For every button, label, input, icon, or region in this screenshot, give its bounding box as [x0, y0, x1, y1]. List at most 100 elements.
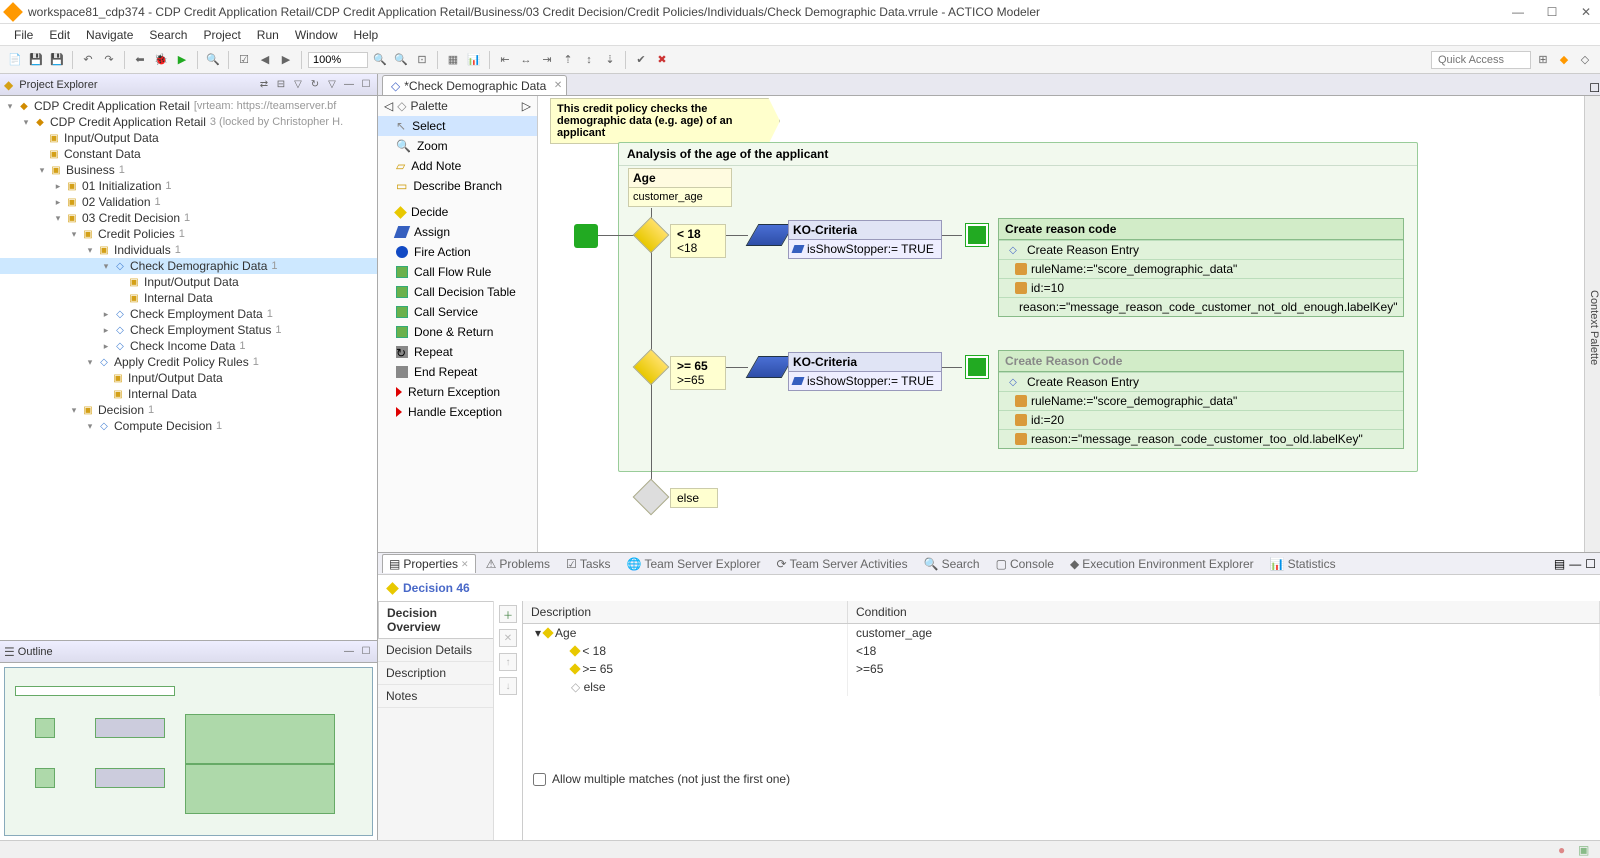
menu-project[interactable]: Project — [195, 26, 248, 44]
tree-credit-decision[interactable]: ▾▣ 03 Credit Decision1 — [0, 210, 377, 226]
side-tab-details[interactable]: Decision Details — [378, 639, 493, 662]
status-sync-icon[interactable]: ▣ — [1578, 843, 1592, 857]
tree-apply-rules[interactable]: ▾◇ Apply Credit Policy Rules1 — [0, 354, 377, 370]
tree-decision[interactable]: ▾▣ Decision1 — [0, 402, 377, 418]
project-explorer-tree[interactable]: ▾◆ CDP Credit Application Retail [vrteam… — [0, 96, 377, 640]
tree-business[interactable]: ▾▣ Business1 — [0, 162, 377, 178]
editor-tab-active[interactable]: ◇ *Check Demographic Data ✕ — [382, 75, 567, 95]
bp-minimize-icon[interactable]: — — [1569, 557, 1581, 571]
add-row-button[interactable]: ＋ — [499, 605, 517, 623]
tree-io-data[interactable]: ▣Input/Output Data — [0, 130, 377, 146]
rule-canvas[interactable]: This credit policy checks the demographi… — [538, 96, 1584, 552]
menu-help[interactable]: Help — [346, 26, 387, 44]
context-palette[interactable]: Context Palette — [1584, 96, 1600, 552]
outline-maximize-icon[interactable]: ☐ — [359, 645, 373, 659]
menu-search[interactable]: Search — [141, 26, 195, 44]
redo-icon[interactable]: ↷ — [100, 51, 118, 69]
tree-cd-io[interactable]: ▣Input/Output Data — [0, 274, 377, 290]
align-bottom-icon[interactable]: ⇣ — [601, 51, 619, 69]
align-top-icon[interactable]: ⇡ — [559, 51, 577, 69]
zoom-level[interactable] — [308, 52, 368, 68]
tab-search[interactable]: 🔍Search — [918, 555, 986, 573]
tree-ar-io[interactable]: ▣Input/Output Data — [0, 370, 377, 386]
palette-add-note[interactable]: ▱Add Note — [378, 156, 537, 176]
align-center-icon[interactable]: ↔ — [517, 51, 535, 69]
age-node[interactable]: Age customer_age — [628, 168, 732, 207]
palette-done[interactable]: Done & Return — [378, 322, 537, 342]
editor-maximize-icon[interactable]: ☐ — [1589, 81, 1600, 95]
quick-access-input[interactable] — [1431, 51, 1531, 69]
canvas-note[interactable]: This credit policy checks the demographi… — [550, 98, 780, 144]
side-tab-overview[interactable]: Decision Overview — [378, 601, 493, 639]
maximize-button[interactable]: ☐ — [1544, 4, 1560, 20]
tab-exec-env[interactable]: ◆Execution Environment Explorer — [1064, 555, 1260, 573]
tab-properties[interactable]: ▤Properties✕ — [382, 554, 476, 573]
palette-select[interactable]: ↖Select — [378, 116, 537, 136]
move-up-button[interactable]: ↑ — [499, 653, 517, 671]
palette-call-flow[interactable]: Call Flow Rule — [378, 262, 537, 282]
menu-run[interactable]: Run — [249, 26, 287, 44]
zoom-fit-icon[interactable]: ⊡ — [413, 51, 431, 69]
table-row[interactable]: >= 65 >=65 — [523, 660, 1600, 678]
done-node-2[interactable] — [966, 356, 988, 378]
grid-icon[interactable]: ▦ — [444, 51, 462, 69]
prev-icon[interactable]: ◀ — [256, 51, 274, 69]
palette-assign[interactable]: Assign — [378, 222, 537, 242]
perspective-other-icon[interactable]: ◇ — [1576, 51, 1594, 69]
tab-statistics[interactable]: 📊Statistics — [1264, 555, 1342, 573]
bp-new-icon[interactable]: ▤ — [1554, 557, 1565, 571]
side-tab-notes[interactable]: Notes — [378, 685, 493, 708]
tree-individuals[interactable]: ▾▣ Individuals1 — [0, 242, 377, 258]
palette-return-exception[interactable]: Return Exception — [378, 382, 537, 402]
tab-team-explorer[interactable]: 🌐Team Server Explorer — [621, 555, 767, 573]
minimize-view-icon[interactable]: — — [342, 78, 356, 92]
menu-file[interactable]: File — [6, 26, 41, 44]
validate-rules-icon[interactable]: ✔ — [632, 51, 650, 69]
tree-check-employment[interactable]: ▸◇ Check Employment Data1 — [0, 306, 377, 322]
menu-navigate[interactable]: Navigate — [78, 26, 141, 44]
done-node-1[interactable] — [966, 224, 988, 246]
table-row[interactable]: ▾ Age customer_age — [523, 624, 1600, 642]
tab-tasks[interactable]: ☑Tasks — [560, 555, 616, 573]
palette-header[interactable]: ◁◇ Palette ▷ — [378, 96, 537, 116]
start-node[interactable] — [574, 224, 598, 248]
tab-close-icon[interactable]: ✕ — [554, 80, 562, 91]
search-icon[interactable]: 🔍 — [204, 51, 222, 69]
collapse-all-icon[interactable]: ⊟ — [274, 78, 288, 92]
tab-problems[interactable]: ⚠Problems — [480, 555, 556, 573]
close-button[interactable]: ✕ — [1578, 4, 1594, 20]
minimize-button[interactable]: — — [1510, 4, 1526, 20]
table-row[interactable]: < 18 <18 — [523, 642, 1600, 660]
tree-ar-internal[interactable]: ▣Internal Data — [0, 386, 377, 402]
align-middle-icon[interactable]: ↕ — [580, 51, 598, 69]
perspective-icon[interactable]: ⊞ — [1534, 51, 1552, 69]
reason-box-1[interactable]: Create reason code ◇Create Reason Entry … — [998, 218, 1404, 317]
align-left-icon[interactable]: ⇤ — [496, 51, 514, 69]
tree-check-income[interactable]: ▸◇ Check Income Data1 — [0, 338, 377, 354]
menu-edit[interactable]: Edit — [41, 26, 78, 44]
undo-icon[interactable]: ↶ — [79, 51, 97, 69]
perspective-actico-icon[interactable]: ◆ — [1555, 51, 1573, 69]
bp-maximize-icon[interactable]: ☐ — [1585, 557, 1596, 571]
palette-repeat[interactable]: ↻Repeat — [378, 342, 537, 362]
new-icon[interactable]: 📄 — [6, 51, 24, 69]
table-row[interactable]: ◇ else — [523, 678, 1600, 696]
save-all-icon[interactable]: 💾 — [48, 51, 66, 69]
run-icon[interactable]: ▶ — [173, 51, 191, 69]
side-tab-description[interactable]: Description — [378, 662, 493, 685]
tree-root[interactable]: ▾◆ CDP Credit Application Retail [vrteam… — [0, 98, 377, 114]
tree-validation[interactable]: ▸▣ 02 Validation1 — [0, 194, 377, 210]
debug-icon[interactable]: 🐞 — [152, 51, 170, 69]
remove-row-button[interactable]: ✕ — [499, 629, 517, 647]
palette-zoom[interactable]: 🔍Zoom — [378, 136, 537, 156]
zoom-out-icon[interactable]: 🔍 — [392, 51, 410, 69]
zoom-in-icon[interactable]: 🔍 — [371, 51, 389, 69]
tree-constant[interactable]: ▣Constant Data — [0, 146, 377, 162]
palette-handle-exception[interactable]: Handle Exception — [378, 402, 537, 422]
next-icon[interactable]: ▶ — [277, 51, 295, 69]
diamond-else[interactable] — [633, 479, 670, 516]
palette-fire-action[interactable]: Fire Action — [378, 242, 537, 262]
tree-init[interactable]: ▸▣ 01 Initialization1 — [0, 178, 377, 194]
align-right-icon[interactable]: ⇥ — [538, 51, 556, 69]
delete-icon[interactable]: ✖ — [653, 51, 671, 69]
